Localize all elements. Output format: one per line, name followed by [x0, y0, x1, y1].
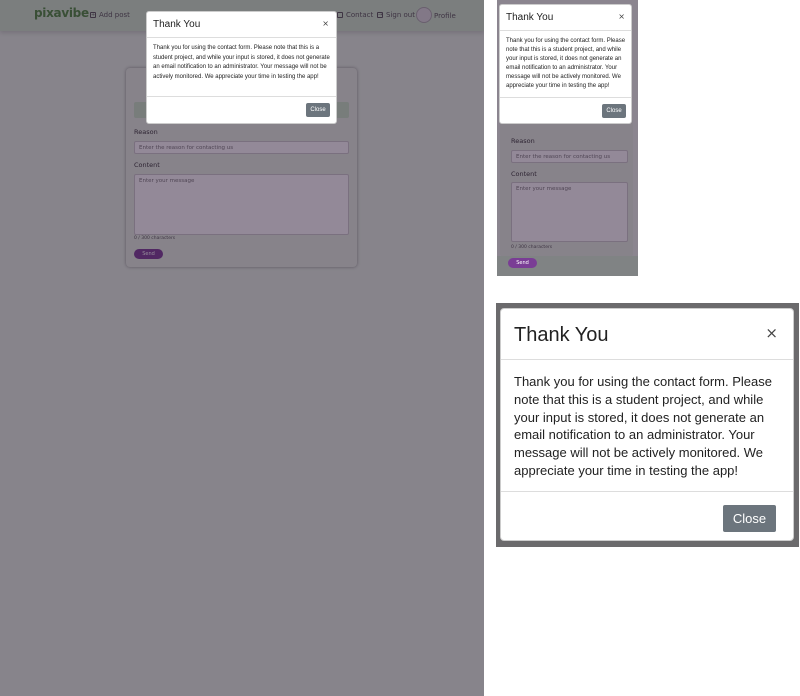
close-button[interactable]: Close: [306, 103, 330, 117]
modal-header: Thank You ×: [501, 309, 793, 360]
send-button[interactable]: Send: [508, 258, 537, 268]
thank-you-modal: Thank You × Thank you for using the cont…: [499, 4, 632, 124]
modal-footer: Close: [501, 491, 793, 542]
close-icon[interactable]: ×: [765, 324, 778, 342]
modal-header: Thank You ×: [147, 12, 336, 38]
modal-footer: Close: [147, 96, 336, 125]
thank-you-modal: Thank You × Thank you for using the cont…: [146, 11, 337, 124]
mobile-view: Reason Enter the reason for contacting u…: [497, 0, 638, 276]
close-button[interactable]: Close: [723, 505, 776, 532]
zoomed-modal-view: Thank You × Thank you for using the cont…: [496, 303, 799, 547]
close-icon[interactable]: ×: [618, 12, 625, 21]
close-button[interactable]: Close: [602, 104, 626, 118]
modal-body: Thank you for using the contact form. Pl…: [153, 45, 330, 80]
modal-header: Thank You ×: [500, 5, 631, 31]
modal-body: Thank you for using the contact form. Pl…: [506, 38, 626, 90]
modal-title: Thank You: [514, 324, 609, 346]
modal-title: Thank You: [506, 12, 554, 23]
close-icon[interactable]: ×: [322, 19, 329, 28]
modal-body: Thank you for using the contact form. Pl…: [514, 374, 772, 478]
modal-footer: Close: [500, 97, 631, 125]
modal-title: Thank You: [153, 19, 201, 30]
main-view: pixavibe + Add post Contact → Sign out P…: [0, 0, 484, 696]
thank-you-modal: Thank You × Thank you for using the cont…: [500, 308, 794, 541]
